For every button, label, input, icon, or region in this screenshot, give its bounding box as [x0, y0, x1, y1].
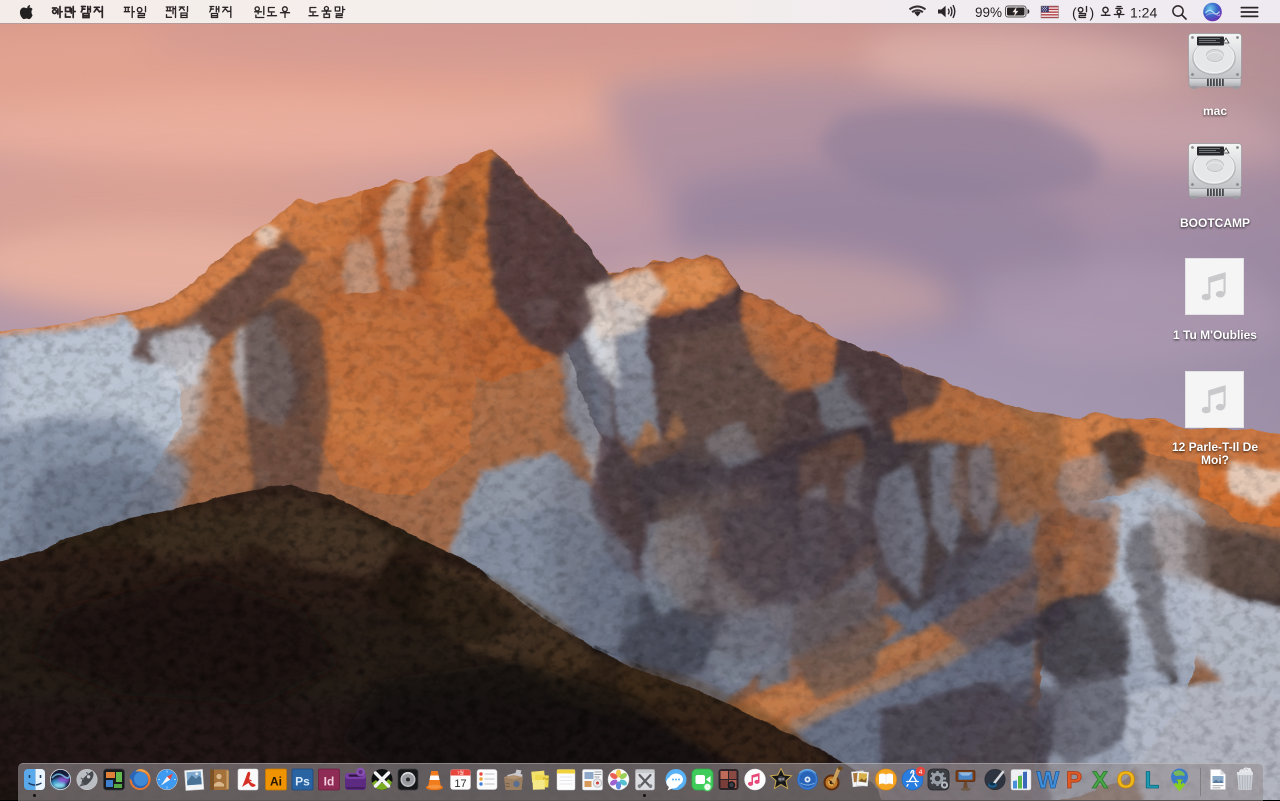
svg-text:7월: 7월: [457, 770, 464, 777]
svg-text:Ai: Ai: [270, 775, 282, 789]
svg-text:L: L: [1145, 767, 1160, 794]
svg-text:X: X: [1092, 767, 1108, 794]
svg-text:4: 4: [919, 769, 923, 776]
svg-text:99%: 99%: [975, 5, 1002, 20]
svg-text:1:24: 1:24: [1130, 5, 1157, 21]
svg-text:Plan: Plan: [543, 777, 550, 781]
svg-text:): ): [1090, 5, 1095, 21]
svg-text:P: P: [1066, 767, 1082, 794]
svg-text:17: 17: [454, 778, 466, 790]
svg-text:W: W: [1037, 767, 1060, 794]
svg-text:(: (: [1072, 5, 1077, 21]
svg-text:Ps: Ps: [295, 775, 310, 789]
svg-text:O: O: [1117, 767, 1136, 794]
svg-text:Id: Id: [324, 775, 335, 789]
